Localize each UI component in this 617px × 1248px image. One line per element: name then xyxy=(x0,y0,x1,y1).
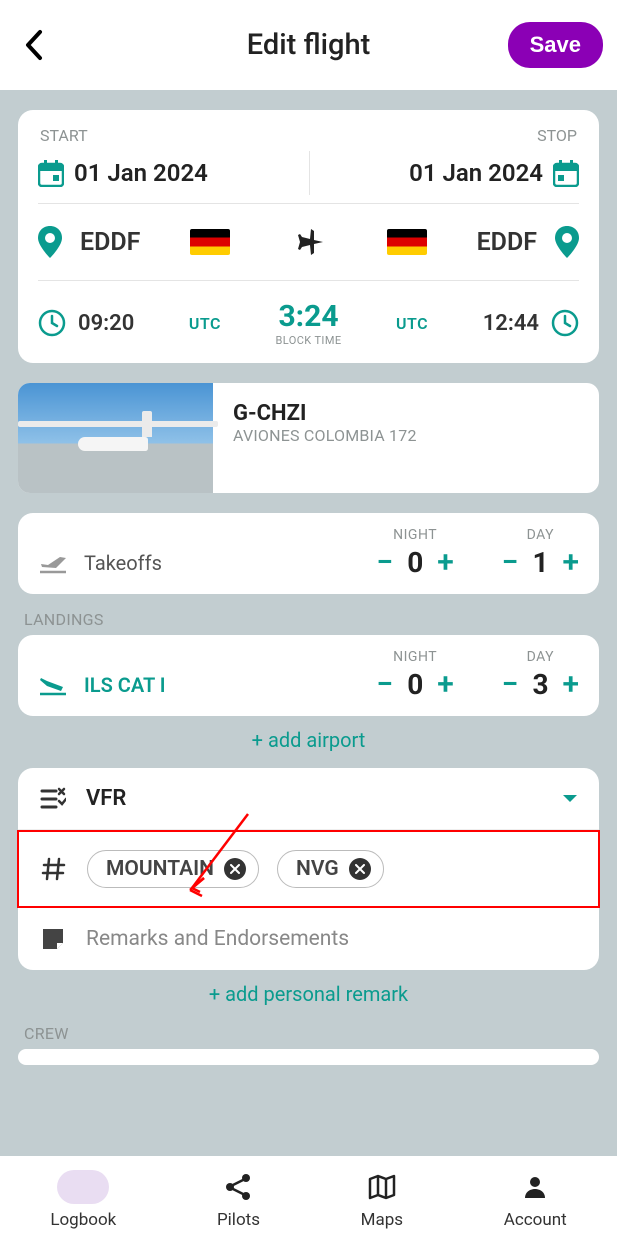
nav-logbook[interactable]: Logbook xyxy=(50,1170,116,1230)
note-icon xyxy=(40,926,66,952)
divider xyxy=(309,151,310,195)
bottom-nav: Logbook Pilots Maps Account xyxy=(0,1156,617,1248)
aircraft-card[interactable]: G-CHZI AVIONES COLOMBIA 172 xyxy=(18,383,599,493)
arrival-time-value: 12:44 xyxy=(483,311,539,336)
landing-day-plus[interactable]: + xyxy=(563,667,580,702)
tag-nvg[interactable]: NVG xyxy=(277,850,384,888)
takeoffs-label: Takeoffs xyxy=(84,551,162,575)
nav-label: Pilots xyxy=(217,1210,260,1230)
approach-select[interactable]: ILS CAT I xyxy=(38,672,165,702)
departure-airport-field[interactable]: EDDF xyxy=(38,226,230,258)
block-time-label: BLOCK TIME xyxy=(276,334,342,347)
add-airport-link[interactable]: + add airport xyxy=(18,724,599,768)
landing-night-minus[interactable]: − xyxy=(376,667,393,702)
arrival-code: EDDF xyxy=(477,228,537,257)
takeoff-icon xyxy=(38,550,68,576)
takeoff-night-minus[interactable]: − xyxy=(376,545,393,580)
nav-maps[interactable]: Maps xyxy=(361,1170,403,1230)
filter-icon xyxy=(40,787,66,811)
block-time-value: 3:24 xyxy=(276,299,342,334)
departure-time-field[interactable]: 09:20 xyxy=(38,309,134,337)
crew-section-label: CREW xyxy=(24,1024,593,1043)
landings-section-label: LANDINGS xyxy=(24,610,593,629)
tag-mountain[interactable]: MOUNTAIN xyxy=(87,850,259,888)
landing-night-label: NIGHT xyxy=(376,649,453,665)
takeoff-night-label: NIGHT xyxy=(376,527,453,543)
takeoff-day-label: DAY xyxy=(502,527,579,543)
takeoff-night-value: 0 xyxy=(405,546,425,579)
nav-label: Account xyxy=(504,1210,567,1230)
landing-day-label: DAY xyxy=(502,649,579,665)
takeoff-day-plus[interactable]: + xyxy=(563,545,580,580)
pin-icon xyxy=(38,226,62,258)
close-icon xyxy=(230,864,240,874)
tag-remove[interactable] xyxy=(349,858,371,880)
block-time: 3:24 BLOCK TIME xyxy=(276,299,342,347)
tag-remove[interactable] xyxy=(224,858,246,880)
nav-account[interactable]: Account xyxy=(504,1170,567,1230)
calendar-icon xyxy=(38,159,64,187)
close-icon xyxy=(355,864,365,874)
landing-night-plus[interactable]: + xyxy=(437,667,454,702)
route-card: START STOP 01 Jan 2024 01 Jan 2024 EDDF xyxy=(18,110,599,363)
takeoff-day-value: 1 xyxy=(531,546,551,579)
save-button[interactable]: Save xyxy=(508,22,603,68)
arrival-time-field[interactable]: 12:44 xyxy=(483,309,579,337)
crew-card xyxy=(18,1049,599,1065)
takeoff-night-plus[interactable]: + xyxy=(437,545,454,580)
tag-label: MOUNTAIN xyxy=(106,857,214,881)
stop-label: STOP xyxy=(537,126,577,145)
landing-night-value: 0 xyxy=(405,668,425,701)
back-button[interactable] xyxy=(14,20,52,70)
tag-label: NVG xyxy=(296,857,339,881)
plane-icon xyxy=(293,226,325,258)
start-date-field[interactable]: 01 Jan 2024 xyxy=(38,159,208,187)
nav-label: Maps xyxy=(361,1210,403,1230)
flight-rules-value: VFR xyxy=(86,786,126,811)
landing-day-minus[interactable]: − xyxy=(502,667,519,702)
takeoffs-card: Takeoffs NIGHT − 0 + DAY − 1 + xyxy=(18,513,599,594)
pin-icon xyxy=(555,226,579,258)
tags-row[interactable]: MOUNTAIN NVG xyxy=(17,830,600,908)
start-label: START xyxy=(40,126,88,145)
person-icon xyxy=(522,1174,548,1200)
stop-date-value: 01 Jan 2024 xyxy=(409,159,543,187)
remarks-row[interactable]: Remarks and Endorsements xyxy=(18,908,599,970)
approach-value: ILS CAT I xyxy=(84,673,165,697)
germany-flag-icon xyxy=(387,229,427,255)
start-date-value: 01 Jan 2024 xyxy=(74,159,208,187)
timezone-right: UTC xyxy=(396,314,428,333)
landings-card: ILS CAT I NIGHT − 0 + DAY − 3 + xyxy=(18,635,599,716)
aircraft-image xyxy=(18,383,213,493)
chevron-left-icon xyxy=(22,28,44,62)
nav-pilots[interactable]: Pilots xyxy=(217,1170,260,1230)
add-remark-link[interactable]: + add personal remark xyxy=(18,978,599,1022)
takeoff-day-minus[interactable]: − xyxy=(502,545,519,580)
arrival-airport-field[interactable]: EDDF xyxy=(387,226,579,258)
calendar-icon xyxy=(553,159,579,187)
chevron-down-icon xyxy=(561,793,579,805)
aircraft-registration: G-CHZI xyxy=(233,401,417,426)
germany-flag-icon xyxy=(190,229,230,255)
hash-icon xyxy=(41,856,67,882)
clock-icon xyxy=(38,309,66,337)
departure-time-value: 09:20 xyxy=(78,311,134,336)
remarks-label: Remarks and Endorsements xyxy=(86,927,349,951)
aircraft-type: AVIONES COLOMBIA 172 xyxy=(233,426,417,445)
clock-icon xyxy=(551,309,579,337)
details-card: VFR MOUNTAIN NVG xyxy=(18,768,599,970)
flight-rules-row[interactable]: VFR xyxy=(18,768,599,830)
map-icon xyxy=(368,1173,396,1201)
share-icon xyxy=(224,1173,252,1201)
timezone-left: UTC xyxy=(189,314,221,333)
landing-day-value: 3 xyxy=(531,668,551,701)
landing-icon xyxy=(38,672,68,698)
nav-label: Logbook xyxy=(50,1210,116,1230)
departure-code: EDDF xyxy=(80,228,140,257)
stop-date-field[interactable]: 01 Jan 2024 xyxy=(409,159,579,187)
